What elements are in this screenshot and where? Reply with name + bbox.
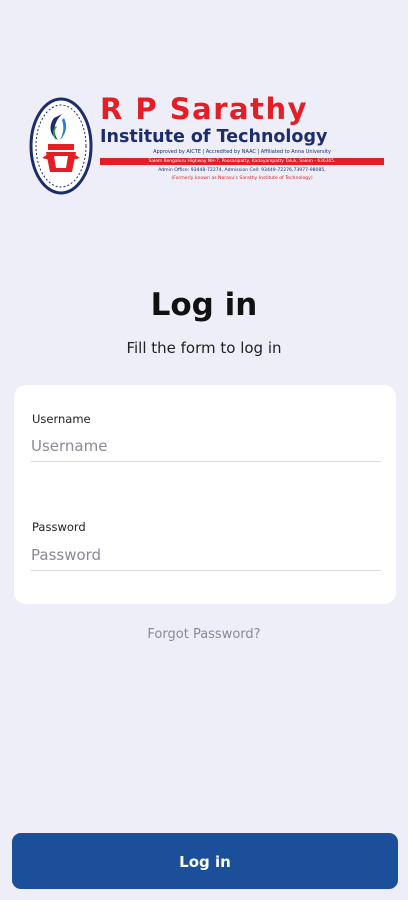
institute-subtitle: Institute of Technology	[100, 127, 328, 147]
page-title: Log in	[150, 287, 258, 323]
page-subtitle: Fill the form to log in	[126, 339, 282, 357]
username-label: Username	[32, 412, 91, 426]
logo-text-block: R P Sarathy Institute of Technology Appr…	[100, 92, 384, 182]
institute-emblem-icon	[29, 97, 93, 195]
institute-name: R P Sarathy	[100, 92, 309, 126]
institute-approval: Approved by AICTE | Accredited by NAAC |…	[153, 149, 331, 155]
username-input[interactable]	[30, 431, 381, 462]
institute-address: Salem Bengaluru Highway NH-7, Poosaripat…	[100, 158, 384, 165]
institute-contact: Admin Office: 93448-72274, Admission Cel…	[158, 168, 326, 173]
login-form-card: Username Password	[14, 385, 396, 604]
login-button[interactable]: Log in	[12, 833, 398, 889]
institute-formerly: (Formerly known as Narasu's Sarathy Inst…	[171, 176, 313, 181]
password-input[interactable]	[30, 540, 381, 571]
forgot-password-link[interactable]: Forgot Password?	[0, 626, 408, 644]
password-label: Password	[32, 520, 86, 534]
institute-logo: R P Sarathy Institute of Technology Appr…	[28, 92, 384, 202]
